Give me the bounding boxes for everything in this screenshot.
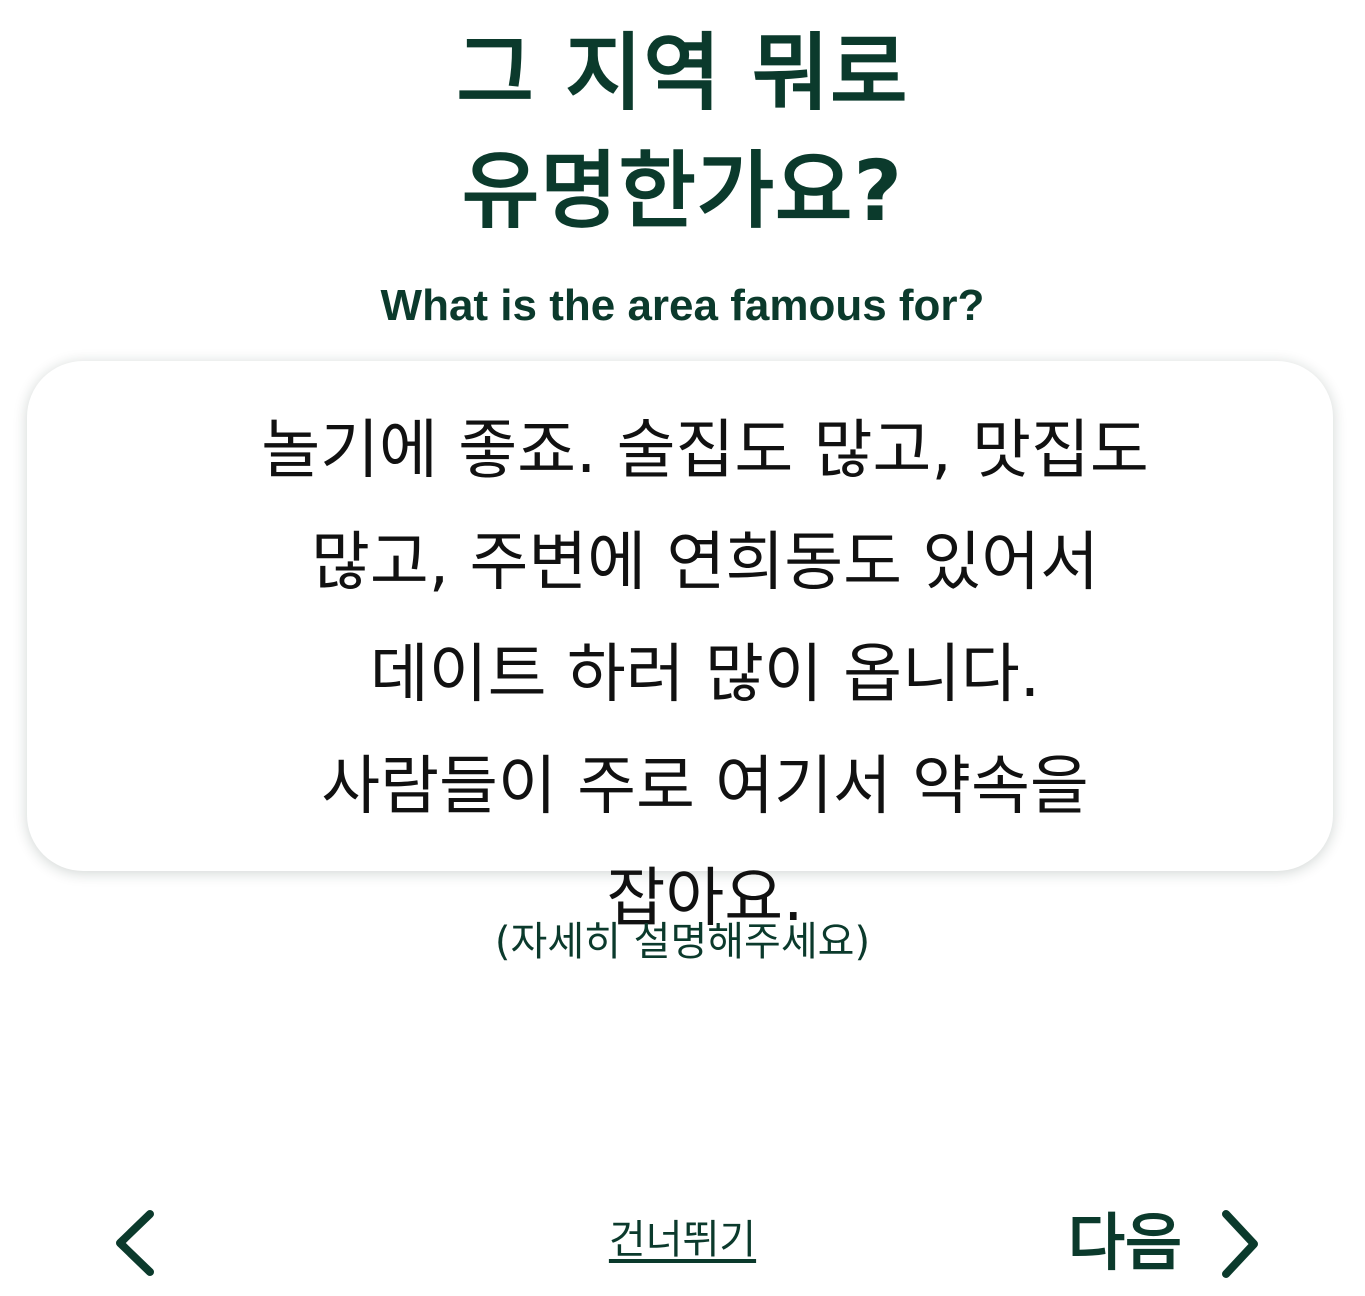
next-button[interactable]: 다음 xyxy=(1060,1198,1280,1288)
next-label: 다음 xyxy=(1068,1206,1183,1279)
answer-text[interactable]: 놀기에 좋죠. 술집도 많고, 맛집도 많고, 주변에 연희동도 있어서 데이트… xyxy=(243,395,1167,955)
skip-link[interactable]: 건너뛰기 xyxy=(560,1210,805,1270)
question-title: 그 지역 뭐로 유명한가요? xyxy=(456,24,909,240)
chevron-left-icon xyxy=(116,1210,154,1276)
chevron-right-icon xyxy=(1222,1210,1258,1278)
hint-text: (자세히 설명해주세요) xyxy=(494,919,871,965)
answer-card[interactable]: 놀기에 좋죠. 술집도 많고, 맛집도 많고, 주변에 연희동도 있어서 데이트… xyxy=(27,361,1333,936)
question-subtitle: What is the area famous for? xyxy=(380,281,985,330)
back-button[interactable] xyxy=(100,1198,172,1288)
